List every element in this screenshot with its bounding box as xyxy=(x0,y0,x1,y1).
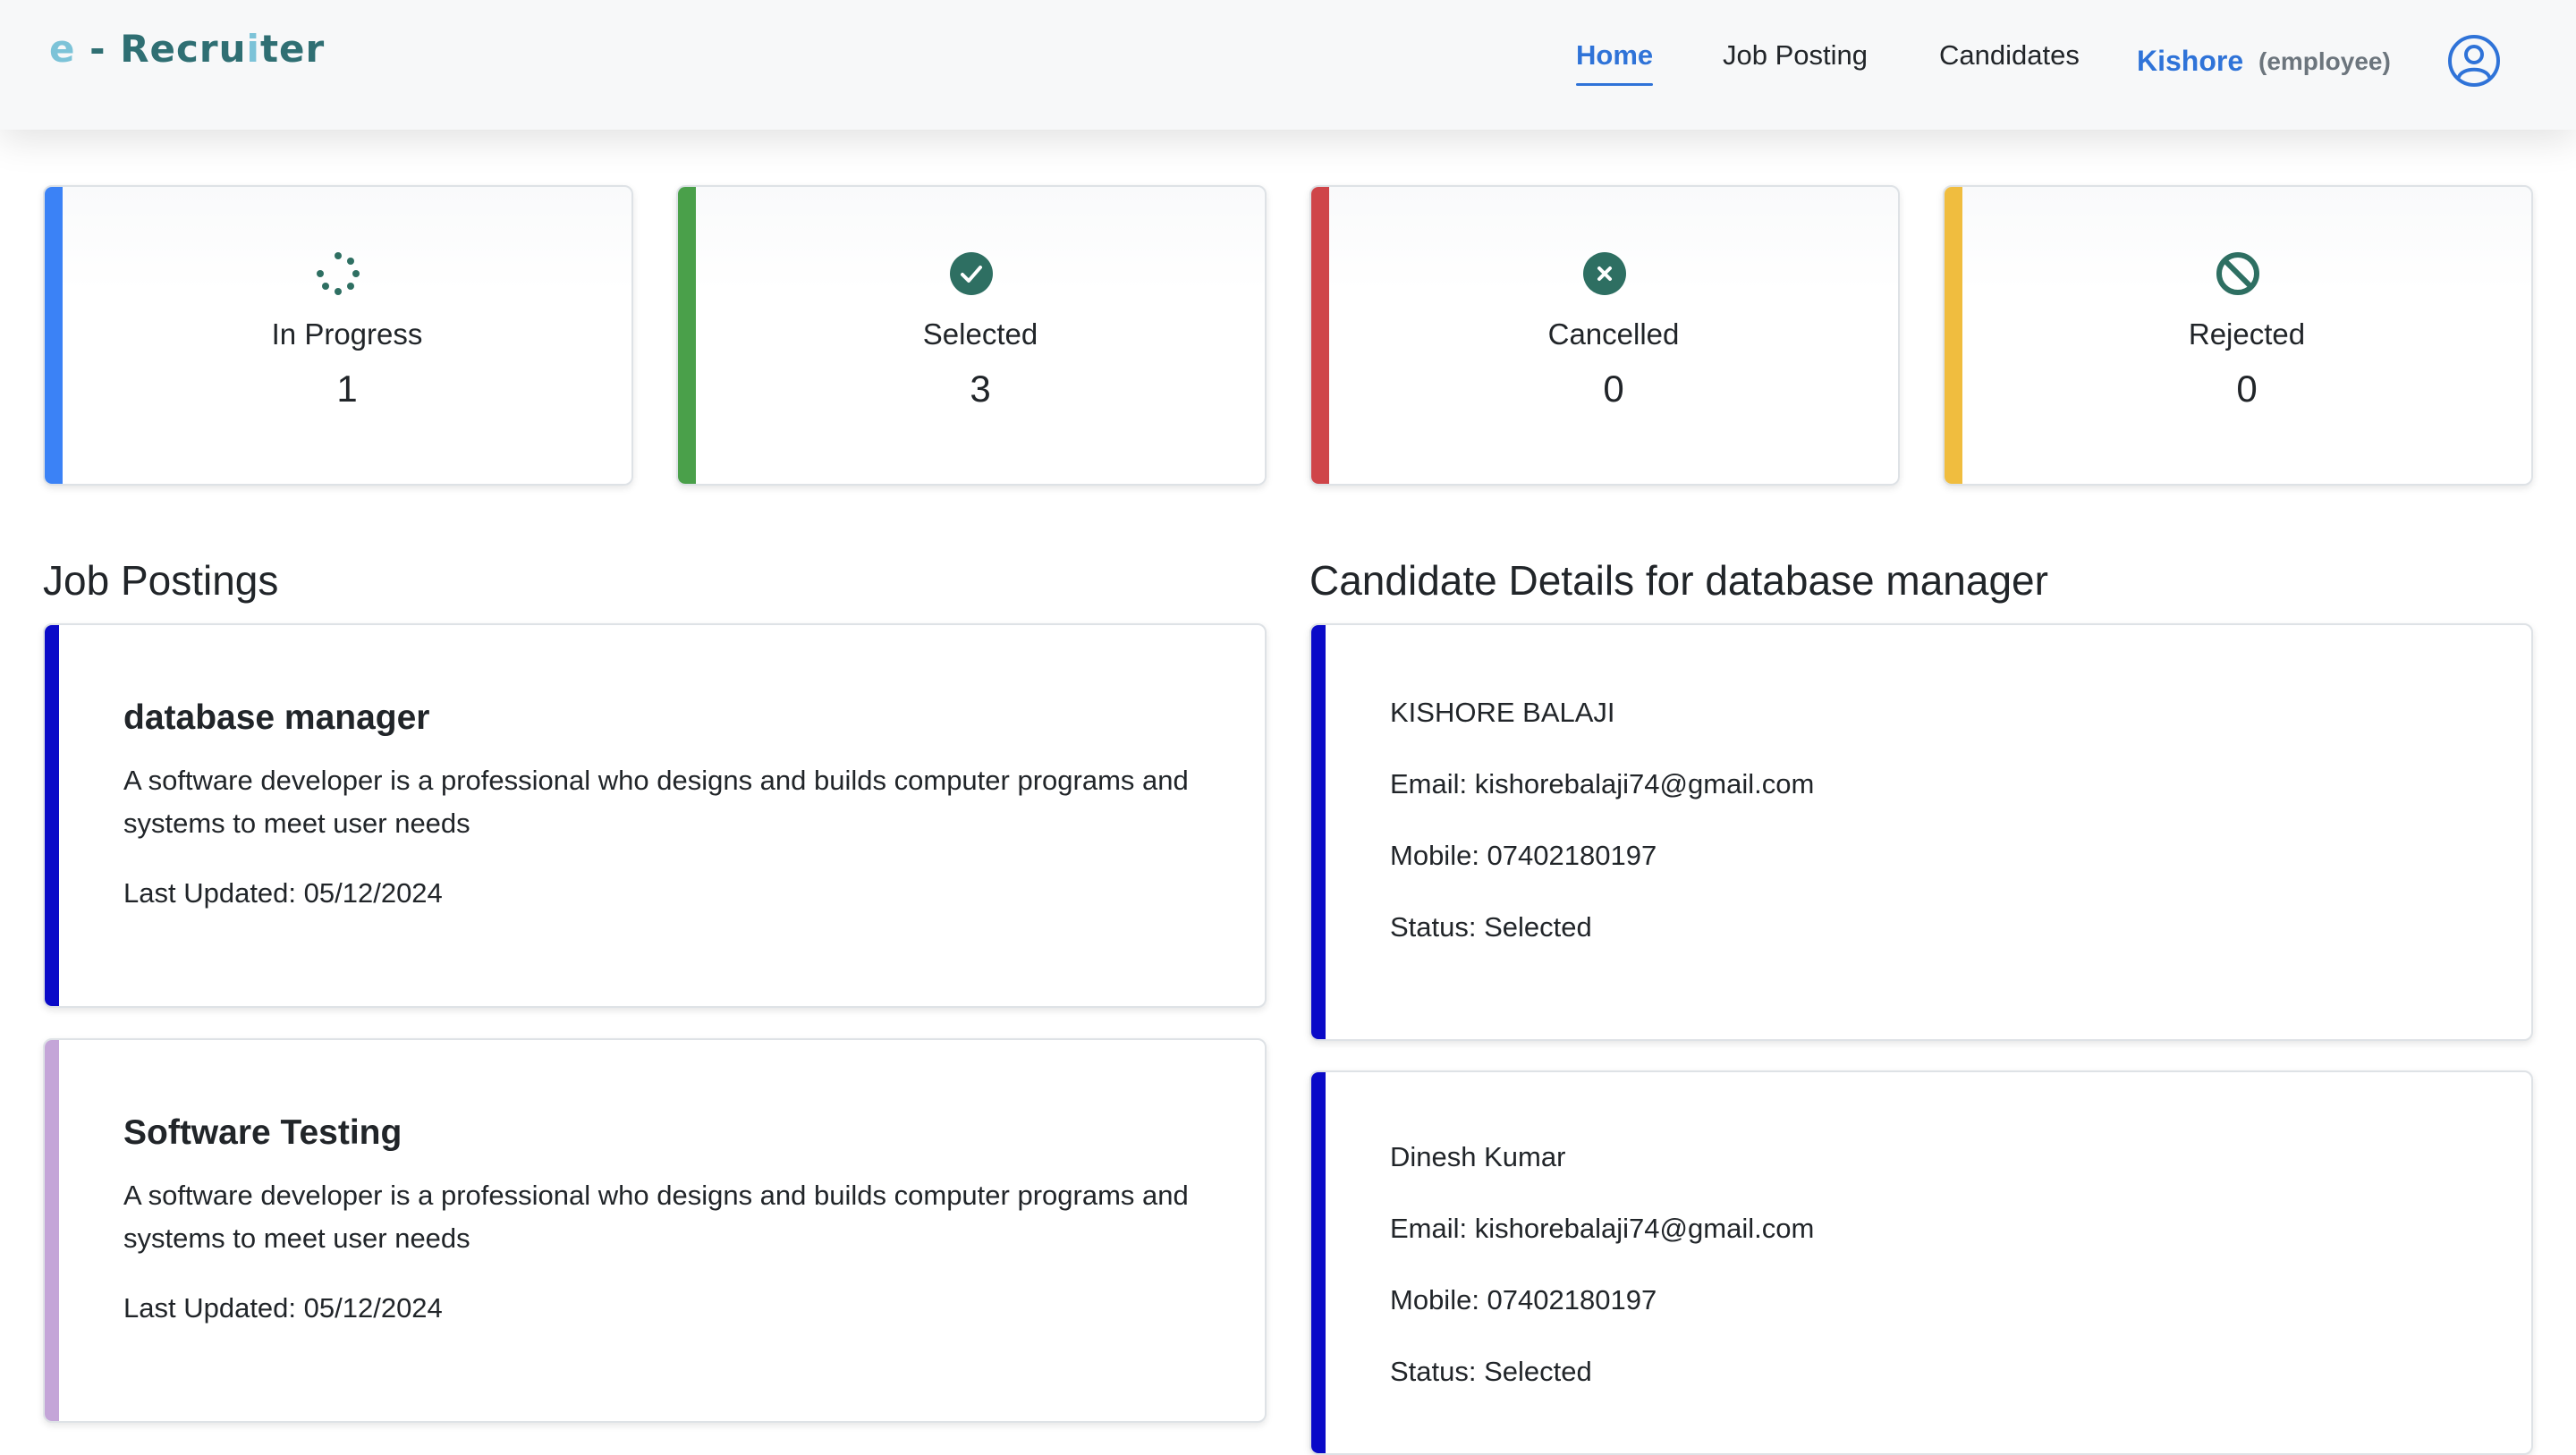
nav-job-posting-link[interactable]: Job Posting xyxy=(1723,39,1868,72)
job-description: A software developer is a professional w… xyxy=(123,1180,1189,1254)
ban-icon xyxy=(2216,252,2259,295)
job-postings-heading: Job Postings xyxy=(43,557,279,604)
nav-home-link[interactable]: Home xyxy=(1576,39,1654,86)
job-description: A software developer is a professional w… xyxy=(123,765,1189,839)
candidate-mobile: Mobile: 07402180197 xyxy=(1390,1284,1657,1315)
candidate-name: KISHORE BALAJI xyxy=(1390,697,1615,728)
stat-value: 0 xyxy=(1603,368,1624,410)
candidate-email: Email: kishorebalaji74@gmail.com xyxy=(1390,768,1815,799)
candidate-color-stripe xyxy=(1311,1072,1326,1453)
user-role: (employee) xyxy=(2258,47,2391,75)
user-name[interactable]: Kishore xyxy=(2137,45,2243,78)
job-title: Software Testing xyxy=(123,1113,402,1152)
candidate-mobile: Mobile: 07402180197 xyxy=(1390,840,1657,871)
nav-candidates-link[interactable]: Candidates xyxy=(1939,39,2080,72)
candidate-email: Email: kishorebalaji74@gmail.com xyxy=(1390,1213,1815,1244)
x-circle-icon xyxy=(1583,252,1626,295)
brand-name-accent: i xyxy=(246,27,260,71)
brand-prefix: e xyxy=(49,27,76,71)
candidate-details-heading: Candidate Details for database manager xyxy=(1309,557,2048,604)
brand-logo[interactable]: e - Recruiter xyxy=(49,27,325,71)
job-card[interactable]: Software Testing A software developer is… xyxy=(43,1038,1267,1423)
stat-label: Selected xyxy=(922,317,1038,351)
job-title: database manager xyxy=(123,698,430,737)
stat-value: 1 xyxy=(336,368,358,410)
candidate-status: Status: Selected xyxy=(1390,1356,1592,1387)
stat-value: 0 xyxy=(2236,368,2258,410)
candidate-card[interactable]: KISHORE BALAJI Email: kishorebalaji74@gm… xyxy=(1309,623,2533,1041)
job-color-stripe xyxy=(45,625,59,1006)
job-last-updated: Last Updated: 05/12/2024 xyxy=(123,1292,443,1324)
brand-name-part: Recru xyxy=(120,27,247,71)
top-navbar: e - Recruiter Home Job Posting Candidate… xyxy=(0,0,2576,130)
check-circle-icon xyxy=(950,252,993,295)
spinner-icon xyxy=(317,252,360,295)
brand-dash: - xyxy=(75,27,121,71)
stat-label: Cancelled xyxy=(1547,317,1680,351)
candidate-color-stripe xyxy=(1311,625,1326,1039)
job-color-stripe xyxy=(45,1040,59,1421)
stat-card-in-progress[interactable]: In Progress 1 xyxy=(43,185,633,486)
job-last-updated: Last Updated: 05/12/2024 xyxy=(123,877,443,909)
stat-label: Rejected xyxy=(2188,317,2306,351)
candidate-name: Dinesh Kumar xyxy=(1390,1141,1566,1172)
stat-label: In Progress xyxy=(271,317,423,351)
stat-card-selected[interactable]: Selected 3 xyxy=(676,185,1267,486)
stat-card-rejected[interactable]: Rejected 0 xyxy=(1943,185,2533,486)
user-circle-icon[interactable] xyxy=(2447,34,2501,88)
job-card[interactable]: database manager A software developer is… xyxy=(43,623,1267,1008)
candidate-status: Status: Selected xyxy=(1390,911,1592,943)
stat-card-cancelled[interactable]: Cancelled 0 xyxy=(1309,185,1900,486)
candidate-card[interactable]: Dinesh Kumar Email: kishorebalaji74@gmai… xyxy=(1309,1070,2533,1455)
stat-value: 3 xyxy=(970,368,991,410)
brand-name-part: ter xyxy=(259,27,326,71)
